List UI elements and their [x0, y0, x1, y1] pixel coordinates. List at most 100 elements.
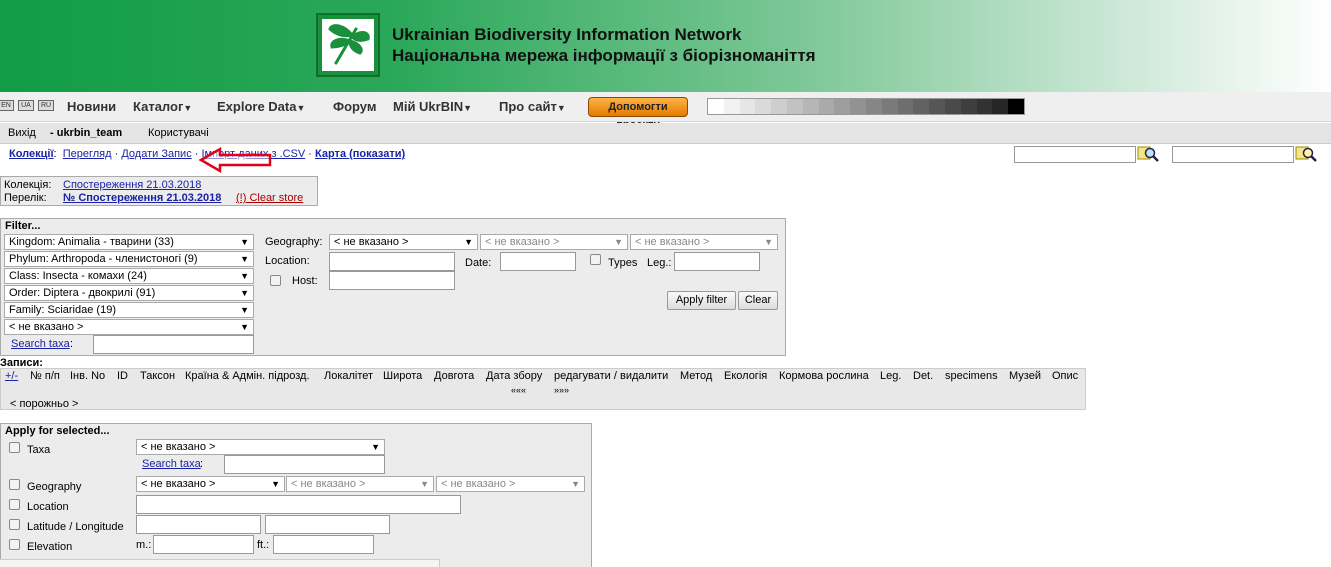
geography-value-1: < не вказано > — [334, 236, 409, 248]
store-collection-link[interactable]: Спостереження 21.03.2018 — [63, 179, 201, 191]
family-select[interactable]: Family: Sciaridae (19) ▼ — [4, 302, 254, 318]
phylum-value: Phylum: Arthropoda - членистоногі (9) — [9, 253, 198, 265]
donate-button[interactable]: Допомогти проекту — [588, 97, 688, 131]
longitude-input[interactable] — [265, 515, 390, 534]
clear-store-link[interactable]: (!) Clear store — [236, 192, 303, 204]
menu-forum[interactable]: Форум — [333, 99, 376, 114]
host-input[interactable] — [329, 271, 455, 290]
users-link[interactable]: Користувачі — [148, 127, 209, 139]
chevron-down-icon: ▼ — [571, 479, 580, 489]
chevron-down-icon: ▼ — [183, 103, 193, 113]
crumb-map[interactable]: Карта (показати) — [315, 148, 405, 160]
col-header[interactable]: Дата збору — [486, 370, 542, 382]
lang-en-icon[interactable]: EN — [0, 100, 14, 111]
logout-link[interactable]: Вихід — [8, 127, 36, 139]
crumb-add-record[interactable]: Додати Запис — [121, 148, 191, 160]
col-header[interactable]: Опис — [1052, 370, 1078, 382]
apply-search-taxa-link[interactable]: Search taxa — [142, 458, 201, 470]
search-taxa-link[interactable]: Search taxa — [11, 338, 70, 350]
chevron-down-icon: ▼ — [556, 103, 566, 113]
next-page-link[interactable]: »»» — [554, 385, 569, 395]
col-header[interactable]: Det. — [913, 370, 933, 382]
lang-ru-icon[interactable]: RU — [38, 100, 54, 111]
types-checkbox[interactable] — [590, 254, 601, 265]
taxa-checkbox[interactable] — [9, 442, 20, 453]
apply-geography-select-2[interactable]: < не вказано > ▼ — [286, 476, 434, 492]
order-select[interactable]: Order: Diptera - двокрилі (91) ▼ — [4, 285, 254, 301]
clear-filter-button[interactable]: Clear — [738, 291, 778, 310]
col-header[interactable]: Таксон — [140, 370, 175, 382]
apply-search-taxa-input[interactable] — [224, 455, 385, 474]
class-value: Class: Insecta - комахи (24) — [9, 270, 147, 282]
menu-my-ukrbin[interactable]: Мій UkrBIN▼ — [393, 99, 472, 114]
col-header[interactable]: specimens — [945, 370, 998, 382]
col-header[interactable]: № п/п — [30, 370, 60, 382]
apply-taxa-select[interactable]: < не вказано > ▼ — [136, 439, 385, 455]
col-header[interactable]: Leg. — [880, 370, 901, 382]
apply-geography-value-1: < не вказано > — [141, 478, 216, 490]
search-input-2[interactable] — [1172, 146, 1294, 163]
crumb-collections[interactable]: Колекції — [9, 148, 54, 160]
store-collection-label: Колекція: — [4, 179, 52, 191]
apply-geography-label: Geography — [27, 481, 82, 493]
class-select[interactable]: Class: Insecta - комахи (24) ▼ — [4, 268, 254, 284]
col-header[interactable]: Інв. No — [70, 370, 105, 382]
search-taxa-input[interactable] — [93, 335, 254, 354]
kingdom-select[interactable]: Kingdom: Animalia - тварини (33) ▼ — [4, 234, 254, 250]
phylum-select[interactable]: Phylum: Arthropoda - членистоногі (9) ▼ — [4, 251, 254, 267]
types-label: Types — [608, 257, 638, 269]
latlon-checkbox[interactable] — [9, 519, 20, 530]
store-list-link[interactable]: № Спостереження 21.03.2018 — [63, 192, 221, 204]
search-input-1[interactable] — [1014, 146, 1136, 163]
host-checkbox[interactable] — [270, 275, 281, 286]
search-icon[interactable] — [1137, 145, 1159, 166]
chevron-down-icon: ▼ — [240, 288, 249, 298]
col-header[interactable]: Кормова рослина — [779, 370, 869, 382]
col-header[interactable]: Країна & Адмін. підрозд. — [185, 370, 310, 382]
chevron-down-icon: ▼ — [271, 479, 280, 489]
col-header[interactable]: Широта — [383, 370, 422, 382]
geography-value-2: < не вказано > — [485, 236, 560, 248]
geography-value-3: < не вказано > — [635, 236, 710, 248]
elevation-label: Elevation — [27, 541, 73, 553]
search-icon[interactable] — [1295, 145, 1317, 166]
chevron-down-icon: ▼ — [420, 479, 429, 489]
apply-title: Apply for selected... — [5, 425, 110, 437]
geography-select-1[interactable]: < не вказано > ▼ — [329, 234, 478, 250]
col-header[interactable]: Метод — [680, 370, 712, 382]
site-title-ua: Національна мережа інформації з біорізно… — [392, 46, 816, 65]
date-input[interactable] — [500, 252, 576, 271]
toggle-columns-link[interactable]: +/- — [5, 370, 18, 382]
apply-location-input[interactable] — [136, 495, 461, 514]
location-input[interactable] — [329, 252, 455, 271]
menu-news[interactable]: Новини — [67, 99, 116, 114]
col-header[interactable]: ID — [117, 370, 128, 382]
apply-geography-select-3[interactable]: < не вказано > ▼ — [436, 476, 585, 492]
leg-input[interactable] — [674, 252, 760, 271]
geography-checkbox[interactable] — [9, 479, 20, 490]
genus-value: < не вказано > — [9, 321, 84, 333]
elevation-checkbox[interactable] — [9, 539, 20, 550]
apply-filter-button[interactable]: Apply filter — [667, 291, 736, 310]
geography-select-2[interactable]: < не вказано > ▼ — [480, 234, 628, 250]
menu-explore-data[interactable]: Explore Data▼ — [217, 99, 305, 114]
host-label: Host: — [292, 275, 318, 287]
crumb-view[interactable]: Перегляд — [63, 148, 112, 160]
col-header[interactable]: Локалітет — [324, 370, 373, 382]
geography-select-3[interactable]: < не вказано > ▼ — [630, 234, 778, 250]
prev-page-link[interactable]: ««« — [511, 385, 526, 395]
elevation-ft-input[interactable] — [273, 535, 374, 554]
menu-about[interactable]: Про сайт▼ — [499, 99, 566, 114]
col-header[interactable]: Довгота — [434, 370, 474, 382]
col-header[interactable]: Екологія — [724, 370, 767, 382]
elevation-m-input[interactable] — [153, 535, 254, 554]
menu-catalog[interactable]: Каталог▼ — [133, 99, 192, 114]
lang-ua-icon[interactable]: UA — [18, 100, 34, 111]
apply-geography-select-1[interactable]: < не вказано > ▼ — [136, 476, 285, 492]
order-value: Order: Diptera - двокрилі (91) — [9, 287, 156, 299]
location-checkbox[interactable] — [9, 499, 20, 510]
col-header[interactable]: Музей — [1009, 370, 1041, 382]
col-header[interactable]: редагувати / видалити — [554, 370, 668, 382]
genus-select[interactable]: < не вказано > ▼ — [4, 319, 254, 335]
latitude-input[interactable] — [136, 515, 261, 534]
